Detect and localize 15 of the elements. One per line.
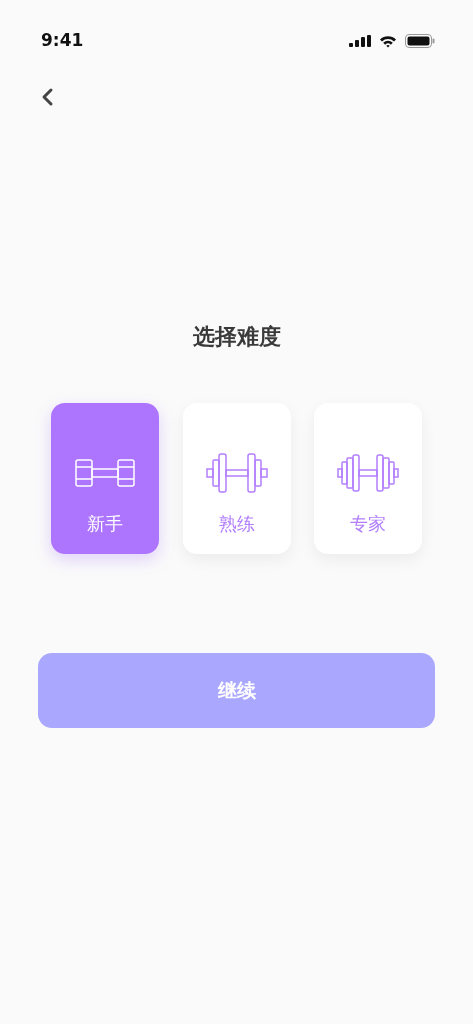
level-option[interactable]: 专家: [314, 403, 422, 554]
signal-icon: [349, 35, 371, 47]
level-label: 专家: [350, 513, 386, 535]
level-label: 新手: [87, 513, 123, 535]
continue-button[interactable]: 继续: [38, 653, 435, 728]
dumbbell-icon: [205, 453, 268, 493]
status-time: 9:41: [41, 29, 84, 53]
dumbbell-icon: [337, 454, 399, 492]
level-label: 熟练: [218, 513, 255, 535]
level-option[interactable]: 熟练: [182, 403, 291, 554]
dumbbell-icon: [75, 459, 135, 487]
battery-icon: [405, 34, 435, 48]
page-title: 选择难度: [191, 323, 282, 351]
level-option[interactable]: 新手: [51, 403, 159, 554]
wifi-icon: [379, 34, 397, 48]
